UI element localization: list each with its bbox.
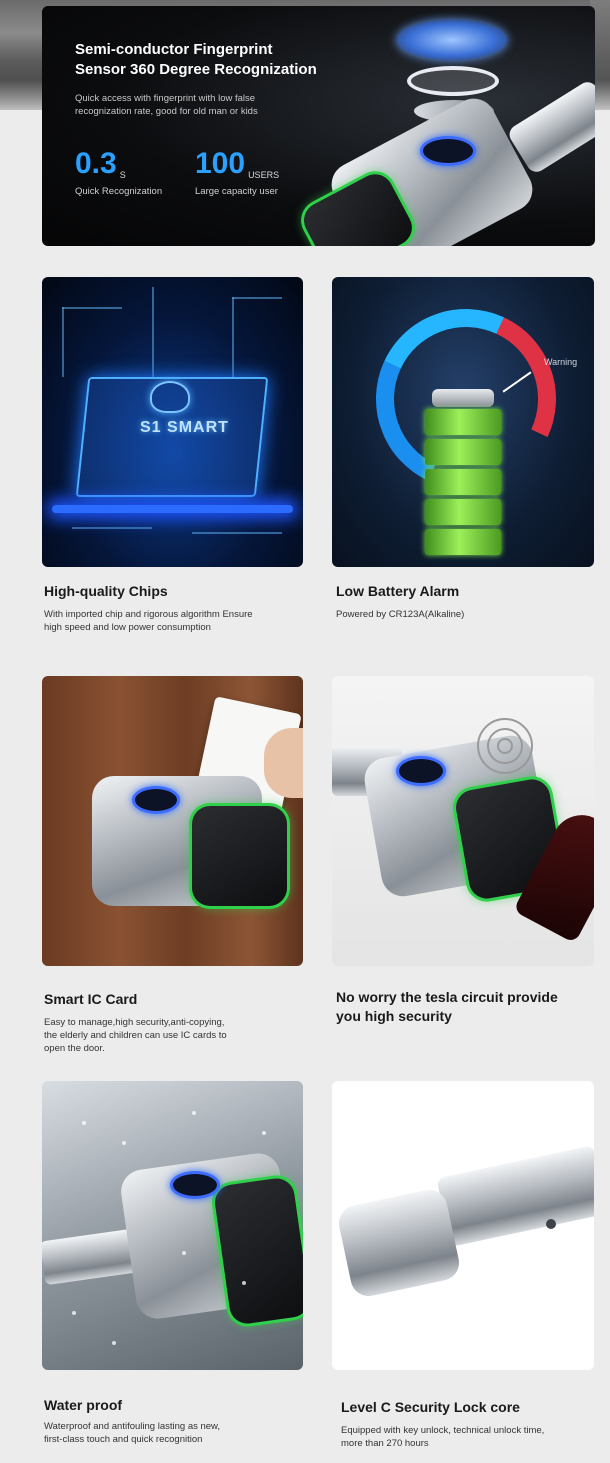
lock-core-title: Level C Security Lock core: [341, 1399, 520, 1415]
lock-core-description: Equipped with key unlock, technical unlo…: [341, 1424, 601, 1450]
hero-subtitle-line-1: Quick access with fingerprint with low f…: [75, 93, 256, 104]
chips-image: S1 SMART: [42, 277, 303, 567]
fingerprint-disc-ring: [407, 66, 499, 96]
circuit-line: [192, 532, 282, 534]
hero-subtitle: Quick access with fingerprint with low f…: [75, 92, 325, 118]
ic-card-desc-line-1: Easy to manage,high security,anti-copyin…: [44, 1017, 225, 1028]
tesla-title-line-2: you high security: [336, 1008, 452, 1024]
battery-description: Powered by CR123A(Alkaline): [336, 608, 586, 621]
waterproof-desc-line-2: first-class touch and quick recognition: [44, 1434, 203, 1445]
tesla-title: No worry the tesla circuit provide you h…: [336, 988, 586, 1026]
stat-speed-label: Quick Recognization: [75, 186, 163, 197]
tesla-circuit-image: [332, 676, 594, 966]
ic-card-title: Smart IC Card: [44, 991, 138, 1007]
water-droplet: [262, 1131, 266, 1135]
waterproof-title: Water proof: [44, 1397, 123, 1413]
keyhole-icon: [546, 1219, 556, 1229]
battery-cell: [425, 499, 501, 525]
chips-desc-line-1: With imported chip and rigorous algorith…: [44, 609, 253, 620]
core-knob: [335, 1186, 463, 1300]
hand-icon: [264, 728, 303, 798]
battery-cell: [425, 469, 501, 495]
ic-card-image: [42, 676, 303, 966]
stat-recognition-speed: 0.3 S Quick Recognization: [75, 147, 163, 198]
gauge-warning-label: Warning: [544, 357, 578, 367]
hero-title-line-1: Semi-conductor Fingerprint: [75, 41, 273, 58]
circuit-line: [72, 527, 152, 529]
circuit-line: [152, 287, 154, 377]
stat-users-value: 100: [195, 147, 246, 180]
hero-title: Semi-conductor Fingerprint Sensor 360 De…: [75, 40, 365, 80]
hero-lock-fingerprint-sensor: [420, 136, 476, 166]
battery-cap: [432, 389, 494, 407]
stat-user-capacity: 100 USERS Large capacity user: [195, 147, 280, 198]
chips-title: High-quality Chips: [44, 583, 168, 599]
tesla-title-line-1: No worry the tesla circuit provide: [336, 989, 558, 1005]
lock-core-desc-line-1: Equipped with key unlock, technical unlo…: [341, 1425, 545, 1436]
fingerprint-icon: [397, 20, 507, 60]
lock-core-image: [332, 1081, 594, 1370]
lock-core-desc-line-2: more than 270 hours: [341, 1438, 429, 1449]
waterproof-description: Waterproof and antifouling lasting as ne…: [44, 1420, 304, 1446]
ic-card-desc-line-3: open the door.: [44, 1043, 105, 1054]
hero-subtitle-line-2: recognization rate, good for old man or …: [75, 106, 258, 117]
brain-icon: [150, 381, 190, 413]
tesla-lock-fingerprint-sensor: [396, 756, 446, 786]
ic-card-description: Easy to manage,high security,anti-copyin…: [44, 1016, 304, 1055]
stat-speed-unit: S: [119, 170, 126, 180]
circuit-line: [62, 307, 122, 309]
water-droplet: [112, 1341, 116, 1345]
battery-title: Low Battery Alarm: [336, 583, 460, 599]
chips-description: With imported chip and rigorous algorith…: [44, 608, 314, 634]
water-lock-fingerprint-sensor: [170, 1171, 220, 1199]
battery-cell: [425, 529, 501, 555]
water-droplet: [72, 1311, 76, 1315]
water-droplet: [242, 1281, 246, 1285]
stat-speed-value: 0.3: [75, 147, 117, 180]
battery-desc-line-1: Powered by CR123A(Alkaline): [336, 609, 465, 620]
product-detail-page: Semi-conductor Fingerprint Sensor 360 De…: [0, 0, 610, 1463]
water-droplet: [122, 1141, 126, 1145]
water-droplet: [182, 1251, 186, 1255]
circuit-line: [232, 297, 234, 377]
waterproof-image: [42, 1081, 303, 1370]
hero-title-line-2: Sensor 360 Degree Recognization: [75, 61, 317, 78]
battery-image: Warning: [332, 277, 594, 567]
chips-desc-line-2: high speed and low power consumption: [44, 622, 211, 633]
water-droplet: [82, 1121, 86, 1125]
battery-cell: [425, 409, 501, 435]
stat-users-label: Large capacity user: [195, 186, 278, 197]
circuit-line: [232, 297, 282, 299]
ic-card-desc-line-2: the elderly and children can use IC card…: [44, 1030, 227, 1041]
card-lock-face: [192, 806, 287, 906]
chip-brand-text: S1 SMART: [140, 419, 229, 436]
fingerprint-hero-banner: Semi-conductor Fingerprint Sensor 360 De…: [42, 6, 595, 246]
coil-core-ring: [497, 738, 513, 754]
water-droplet: [192, 1111, 196, 1115]
circuit-line: [62, 307, 64, 377]
core-cylinder: [436, 1145, 594, 1247]
stat-users-unit: USERS: [248, 170, 280, 180]
battery-cell: [425, 439, 501, 465]
waterproof-desc-line-1: Waterproof and antifouling lasting as ne…: [44, 1421, 221, 1432]
card-lock-fingerprint-sensor: [132, 786, 180, 814]
chip-glow-bar: [52, 505, 293, 513]
